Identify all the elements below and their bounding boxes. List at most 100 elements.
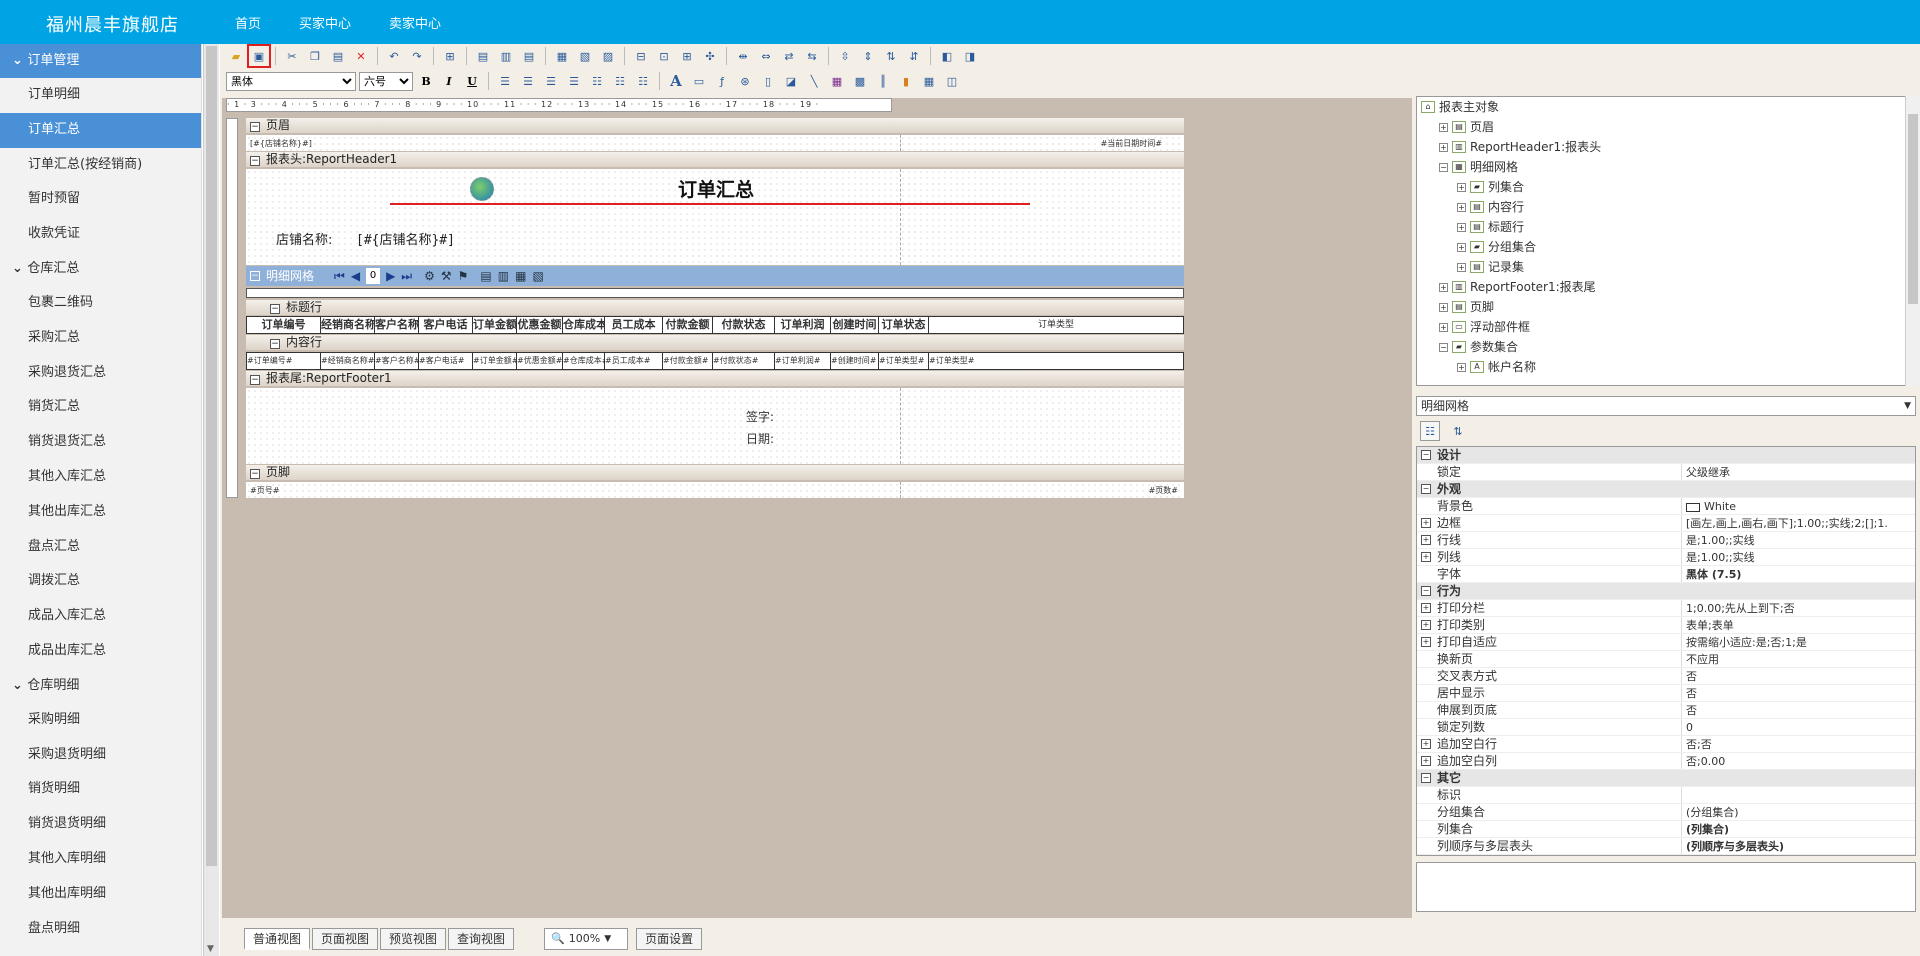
expand-icon[interactable]: +	[1457, 202, 1466, 212]
grid-layout-icon[interactable]: ▥	[498, 266, 509, 286]
grid-header-cell[interactable]: 付款金额	[663, 317, 713, 333]
property-category[interactable]: − 其它	[1417, 770, 1915, 787]
property-category[interactable]: − 行为	[1417, 583, 1915, 600]
same-size-icon[interactable]: ⊞	[677, 46, 697, 66]
undo-icon[interactable]: ↶	[384, 46, 404, 66]
tree-node[interactable]: + ▤ 标题行	[1417, 217, 1915, 237]
band-page-footer[interactable]: − 页脚	[246, 465, 1184, 481]
property-row[interactable]: 锁定列数 0	[1417, 719, 1915, 736]
nav-buyer-center[interactable]: 买家中心	[299, 13, 351, 32]
text-align-center-icon[interactable]: ☰	[518, 71, 538, 91]
sidebar-item[interactable]: 销货退货汇总	[0, 425, 201, 460]
grid-content-cell[interactable]: #订单金额#	[473, 353, 517, 369]
tree-node[interactable]: + ▰ 分组集合	[1417, 237, 1915, 257]
send-back-icon[interactable]: ◨	[960, 46, 980, 66]
copy-icon[interactable]: ❐	[305, 46, 325, 66]
property-row[interactable]: + 追加空白行 否;否	[1417, 736, 1915, 753]
align-top-icon[interactable]: ▦	[552, 46, 572, 66]
grid-layout-icon[interactable]: ▦	[515, 266, 526, 286]
text-valign-bottom-icon[interactable]: ☷	[633, 71, 653, 91]
page-number-input[interactable]: 0	[366, 268, 381, 284]
sidebar-item[interactable]: 其他出库明细	[0, 877, 201, 912]
property-category[interactable]: − 外观	[1417, 481, 1915, 498]
grid-header-cell[interactable]: 员工成本	[605, 317, 663, 333]
band-report-header[interactable]: − 报表头:ReportHeader1	[246, 152, 1184, 168]
free-grid-icon[interactable]: ◫	[942, 71, 962, 91]
tree-node[interactable]: − ▦ 明细网格	[1417, 157, 1915, 177]
expand-icon[interactable]: +	[1457, 262, 1466, 272]
shop-name-field[interactable]: [#{店铺名称}#]	[356, 229, 455, 248]
expand-icon[interactable]: +	[1439, 282, 1448, 292]
redo-icon[interactable]: ↷	[407, 46, 427, 66]
text-valign-middle-icon[interactable]: ☷	[610, 71, 630, 91]
band-detail-grid[interactable]: − 明细网格 ⏮ ◀ 0 ▶ ⏭ ⚙ ⚒ ⚑ ▤ ▥ ▦ ▧	[246, 266, 1184, 286]
tree-node[interactable]: + A 帐户名称	[1417, 357, 1915, 377]
property-row[interactable]: 背景色 White	[1417, 498, 1915, 515]
grid-content-cell[interactable]: #客户电话#	[419, 353, 473, 369]
sidebar-item[interactable]: 盘点汇总	[0, 530, 201, 565]
grid-content-cell[interactable]: #订单利润#	[775, 353, 831, 369]
grid-header-cell[interactable]: 付款状态	[713, 317, 775, 333]
collapse-icon[interactable]: −	[250, 156, 260, 166]
property-row[interactable]: 锁定 父级继承	[1417, 464, 1915, 481]
grid-content-cell[interactable]: #经销商名称#	[321, 353, 375, 369]
tree-node[interactable]: + ▤ 页眉	[1417, 117, 1915, 137]
barcode-2d-icon[interactable]: ▦	[827, 71, 847, 91]
expand-icon[interactable]: +	[1457, 362, 1466, 372]
sidebar-item[interactable]: 采购汇总	[0, 321, 201, 356]
field-box-icon[interactable]: ▭	[689, 71, 709, 91]
vspace-dec-icon[interactable]: ⇅	[881, 46, 901, 66]
hspace-dec-icon[interactable]: ⇄	[779, 46, 799, 66]
expand-icon[interactable]: +	[1439, 322, 1448, 332]
last-page-icon[interactable]: ⏭	[401, 266, 412, 286]
sidebar-group[interactable]: ⌄ 仓库汇总	[0, 252, 201, 286]
grid-header-cell[interactable]: 订单编号	[247, 317, 321, 333]
select-all-icon[interactable]: ⊞	[440, 46, 460, 66]
report-title[interactable]: 订单汇总	[641, 175, 791, 202]
page-header-right-field[interactable]: #当前日期时间#	[1101, 138, 1162, 149]
property-row[interactable]: 分组集合 (分组集合)	[1417, 804, 1915, 821]
grid-content-cell[interactable]: #订单类型#	[929, 353, 1183, 369]
tree-node[interactable]: + ▰ 列集合	[1417, 177, 1915, 197]
collapse-icon[interactable]: −	[1439, 162, 1448, 172]
sidebar-item[interactable]: 采购退货明细	[0, 738, 201, 773]
collapse-icon[interactable]: −	[1439, 342, 1448, 352]
grid-content-cell[interactable]: #订单类型#	[879, 353, 929, 369]
italic-button[interactable]: I	[439, 71, 459, 91]
expand-icon[interactable]: +	[1421, 756, 1431, 766]
grid-content-cell[interactable]: #订单编号#	[247, 353, 321, 369]
collapse-icon[interactable]: −	[1421, 484, 1431, 494]
sidebar-item[interactable]: 其他入库明细	[0, 842, 201, 877]
sidebar-item[interactable]: 订单明细	[0, 78, 201, 113]
paste-icon[interactable]: ▤	[328, 46, 348, 66]
grid-header-cell[interactable]: 订单状态	[879, 317, 929, 333]
memo-box-icon[interactable]: ▯	[758, 71, 778, 91]
sidebar-item[interactable]: 成品入库汇总	[0, 599, 201, 634]
same-width-icon[interactable]: ⊟	[631, 46, 651, 66]
grid-header-cell[interactable]: 订单金额	[473, 317, 517, 333]
shop-name-label[interactable]: 店铺名称:	[276, 229, 332, 248]
bold-button[interactable]: B	[416, 71, 436, 91]
grid-header-cell[interactable]: 客户名称	[375, 317, 419, 333]
nav-home[interactable]: 首页	[235, 13, 261, 32]
expand-icon[interactable]: +	[1421, 637, 1431, 647]
static-text-icon[interactable]: A	[666, 71, 686, 91]
sidebar-scrollbar[interactable]: ▼	[203, 44, 219, 956]
expand-icon[interactable]: +	[1421, 552, 1431, 562]
expand-icon[interactable]: +	[1457, 222, 1466, 232]
band-content-row[interactable]: − 内容行	[246, 335, 1184, 351]
sidebar-group[interactable]: ⌄ 订单管理	[0, 44, 201, 78]
property-row[interactable]: + 打印自适应 按需缩小适应:是;否;1;是	[1417, 634, 1915, 651]
sidebar-item[interactable]: 采购退货汇总	[0, 356, 201, 391]
hspace-equal-icon[interactable]: ⇹	[733, 46, 753, 66]
band-page-header[interactable]: − 页眉	[246, 118, 1184, 134]
expand-icon[interactable]: +	[1457, 242, 1466, 252]
property-row[interactable]: 标识	[1417, 787, 1915, 804]
property-row[interactable]: 伸展到页底 否	[1417, 702, 1915, 719]
zoom-select[interactable]: 🔍 100% ▼	[544, 928, 629, 950]
center-icon[interactable]: ✣	[700, 46, 720, 66]
tab-page-view[interactable]: 页面视图	[312, 928, 379, 950]
system-var-icon[interactable]: ⊛	[735, 71, 755, 91]
design-surface[interactable]: · 1 · 3 · · · 4 · · · 5 · · · 6 · · · 7 …	[222, 98, 1412, 918]
sidebar-item[interactable]: 包裹二维码	[0, 286, 201, 321]
